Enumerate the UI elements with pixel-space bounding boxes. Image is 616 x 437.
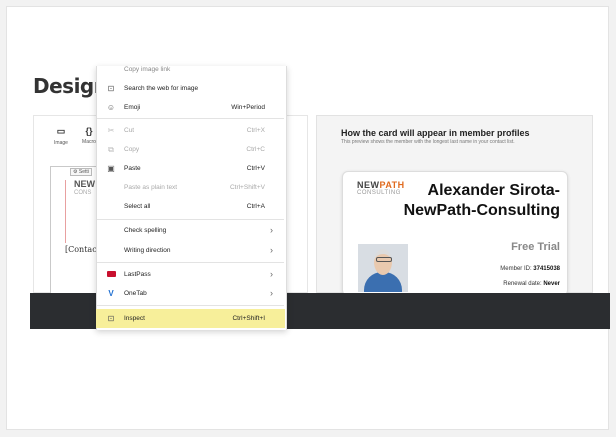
menu-item-check-spelling[interactable]: Check spelling › <box>96 221 285 240</box>
chevron-right-icon: › <box>270 288 273 298</box>
card-logo-sub: CONSULTING <box>357 190 401 196</box>
chevron-right-icon: › <box>270 225 273 235</box>
preview-subtitle: This preview shows the member with the l… <box>341 139 515 145</box>
menu-item-lastpass[interactable]: LastPass › <box>96 265 285 284</box>
menu-item-emoji[interactable]: ☺ Emoji Win+Period <box>96 98 285 117</box>
chevron-right-icon: › <box>270 269 273 279</box>
menu-separator <box>97 219 284 220</box>
lastpass-icon <box>105 265 117 284</box>
member-id-label: Member ID: <box>500 266 532 272</box>
menu-item-copy[interactable]: ⧉ Copy Ctrl+C <box>96 140 285 159</box>
menu-separator <box>97 118 284 119</box>
toolbar-image-button[interactable]: ▭ Image <box>48 126 74 146</box>
canvas-logo[interactable]: NEW CONS <box>74 180 95 198</box>
onetab-icon: V <box>108 289 114 298</box>
copy-icon: ⧉ <box>108 145 114 154</box>
member-id-line: Member ID: 37415038 <box>500 266 560 272</box>
menu-item-onetab[interactable]: V OneTab › <box>96 284 285 303</box>
toolbar-image-label: Image <box>54 140 68 146</box>
renewal-label: Renewal date: <box>503 281 542 287</box>
canvas-logo-sub: CONS <box>74 190 92 196</box>
chevron-right-icon: › <box>270 245 273 255</box>
menu-item-writing-direction[interactable]: Writing direction › <box>96 241 285 260</box>
menu-item-select-all[interactable]: Select all Ctrl+A <box>96 197 285 216</box>
element-settings-tag[interactable]: ⚙ Setti <box>70 168 92 176</box>
image-icon: ▭ <box>56 126 66 136</box>
menu-item-paste[interactable]: ▣ Paste Ctrl+V <box>96 159 285 178</box>
card-logo-part-a: NEW <box>357 180 380 190</box>
contact-field-placeholder[interactable]: [Contac <box>65 245 97 254</box>
menu-separator <box>97 305 284 306</box>
preview-title: How the card will appear in member profi… <box>341 128 530 138</box>
scissors-icon: ✂ <box>107 126 115 135</box>
menu-item-paste-plain[interactable]: Paste as plain text Ctrl+Shift+V <box>96 178 285 197</box>
member-photo <box>358 244 408 292</box>
menu-item-copy-image-link[interactable]: Copy image link <box>96 60 285 79</box>
emoji-icon: ☺ <box>106 103 116 112</box>
menu-separator <box>97 262 284 263</box>
inspect-icon: ⊡ <box>107 314 115 323</box>
member-name: Alexander Sirota-NewPath-Consulting <box>403 182 560 219</box>
renewal-date-line: Renewal date: Never <box>503 281 560 287</box>
menu-item-search-image[interactable]: ⊡ Search the web for image <box>96 79 285 98</box>
canvas-logo-main: NEW <box>74 179 95 189</box>
menu-item-cut[interactable]: ✂ Cut Ctrl+X <box>96 121 285 140</box>
member-id-value: 37415038 <box>533 266 560 272</box>
membership-level: Free Trial <box>511 241 560 253</box>
paste-icon: ▣ <box>107 164 115 173</box>
search-image-icon: ⊡ <box>107 84 115 93</box>
menu-item-inspect[interactable]: ⊡ Inspect Ctrl+Shift+I <box>96 309 285 328</box>
card-logo: NEWPATH <box>357 180 405 190</box>
renewal-value: Never <box>543 281 560 287</box>
toolbar-macro-label: Macro <box>82 139 96 145</box>
